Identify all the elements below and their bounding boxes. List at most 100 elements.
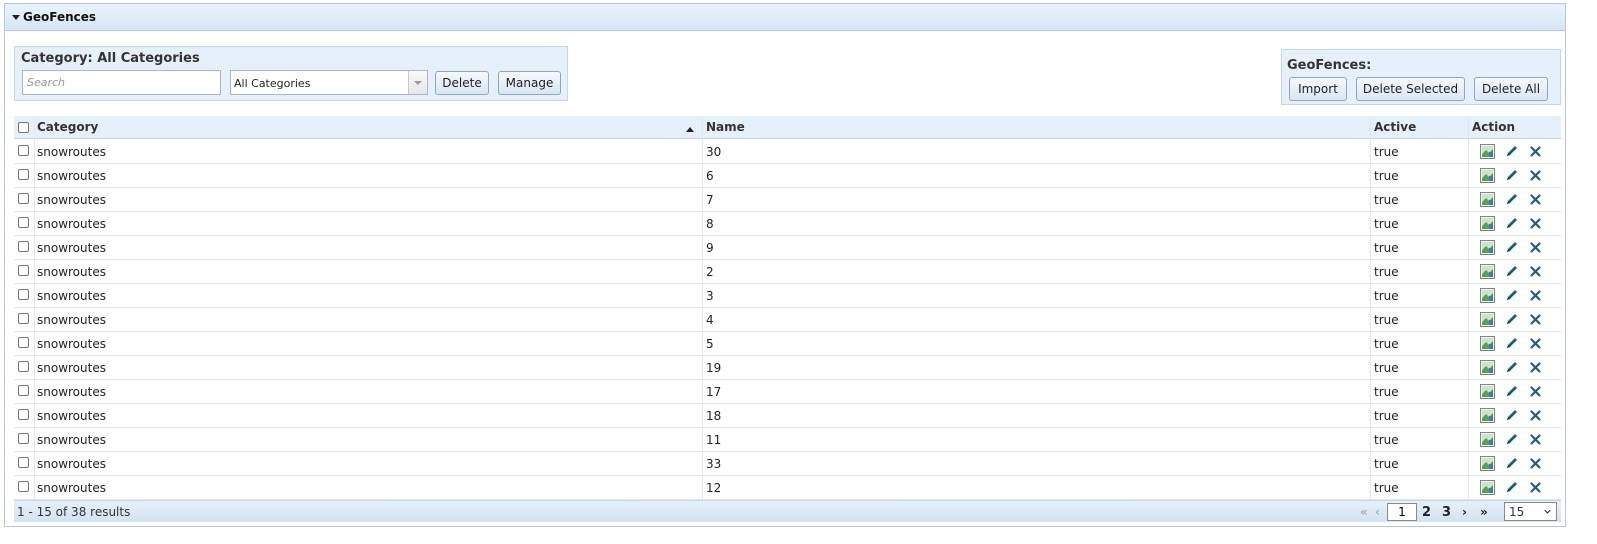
page-number-input[interactable]: [1387, 503, 1417, 521]
table-row[interactable]: snowroutes 6 true: [14, 164, 1561, 188]
row-checkbox[interactable]: [18, 289, 29, 300]
last-page-button[interactable]: »: [1480, 505, 1488, 519]
table-row[interactable]: snowroutes 2 true: [14, 260, 1561, 284]
edit-pencil-icon[interactable]: [1504, 336, 1519, 351]
edit-pencil-icon[interactable]: [1504, 192, 1519, 207]
collapse-arrow-icon[interactable]: [12, 15, 20, 20]
edit-pencil-icon[interactable]: [1504, 144, 1519, 159]
map-icon[interactable]: [1480, 240, 1495, 255]
map-icon[interactable]: [1480, 408, 1495, 423]
prev-page-button[interactable]: ‹: [1375, 505, 1380, 519]
first-page-button[interactable]: «: [1360, 505, 1368, 519]
row-checkbox[interactable]: [18, 193, 29, 204]
table-row[interactable]: snowroutes 5 true: [14, 332, 1561, 356]
import-button[interactable]: Import: [1289, 77, 1347, 101]
edit-pencil-icon[interactable]: [1504, 432, 1519, 447]
table-row[interactable]: snowroutes 4 true: [14, 308, 1561, 332]
category-select-toggle[interactable]: [408, 71, 427, 94]
delete-x-icon[interactable]: [1528, 168, 1543, 183]
table-row[interactable]: snowroutes 30 true: [14, 140, 1561, 164]
delete-x-icon[interactable]: [1528, 384, 1543, 399]
row-checkbox[interactable]: [18, 361, 29, 372]
delete-x-icon[interactable]: [1528, 408, 1543, 423]
map-icon[interactable]: [1480, 288, 1495, 303]
delete-x-icon[interactable]: [1528, 144, 1543, 159]
map-icon[interactable]: [1480, 480, 1495, 495]
map-icon[interactable]: [1480, 192, 1495, 207]
page-link-2[interactable]: 2: [1422, 505, 1431, 520]
delete-x-icon[interactable]: [1528, 336, 1543, 351]
sort-ascending-icon[interactable]: [686, 127, 694, 132]
map-icon[interactable]: [1480, 264, 1495, 279]
table-row[interactable]: snowroutes 11 true: [14, 428, 1561, 452]
edit-pencil-icon[interactable]: [1504, 456, 1519, 471]
delete-x-icon[interactable]: [1528, 312, 1543, 327]
row-checkbox[interactable]: [18, 313, 29, 324]
panel-title: GeoFences: [23, 10, 97, 24]
table-row[interactable]: snowroutes 7 true: [14, 188, 1561, 212]
delete-category-button[interactable]: Delete: [435, 71, 489, 95]
row-checkbox[interactable]: [18, 217, 29, 228]
table-row[interactable]: snowroutes 9 true: [14, 236, 1561, 260]
map-icon[interactable]: [1480, 168, 1495, 183]
row-checkbox[interactable]: [18, 169, 29, 180]
select-all-checkbox[interactable]: [18, 122, 29, 133]
panel-header[interactable]: GeoFences: [5, 4, 1565, 31]
edit-pencil-icon[interactable]: [1504, 312, 1519, 327]
edit-pencil-icon[interactable]: [1504, 240, 1519, 255]
delete-x-icon[interactable]: [1528, 288, 1543, 303]
table-row[interactable]: snowroutes 8 true: [14, 212, 1561, 236]
delete-all-button[interactable]: Delete All: [1474, 77, 1548, 101]
map-icon[interactable]: [1480, 144, 1495, 159]
map-icon[interactable]: [1480, 360, 1495, 375]
edit-pencil-icon[interactable]: [1504, 360, 1519, 375]
row-checkbox[interactable]: [18, 145, 29, 156]
row-checkbox[interactable]: [18, 337, 29, 348]
delete-x-icon[interactable]: [1528, 432, 1543, 447]
column-header-active[interactable]: Active: [1374, 120, 1416, 134]
edit-pencil-icon[interactable]: [1504, 168, 1519, 183]
map-icon[interactable]: [1480, 384, 1495, 399]
row-checkbox[interactable]: [18, 457, 29, 468]
delete-x-icon[interactable]: [1528, 360, 1543, 375]
manage-categories-button[interactable]: Manage: [498, 71, 561, 95]
map-icon[interactable]: [1480, 456, 1495, 471]
table-row[interactable]: snowroutes 18 true: [14, 404, 1561, 428]
map-icon[interactable]: [1480, 432, 1495, 447]
delete-x-icon[interactable]: [1528, 456, 1543, 471]
row-checkbox[interactable]: [18, 433, 29, 444]
delete-x-icon[interactable]: [1528, 480, 1543, 495]
edit-pencil-icon[interactable]: [1504, 216, 1519, 231]
delete-x-icon[interactable]: [1528, 192, 1543, 207]
column-header-category[interactable]: Category: [37, 120, 98, 134]
table-row[interactable]: snowroutes 17 true: [14, 380, 1561, 404]
edit-pencil-icon[interactable]: [1504, 480, 1519, 495]
map-icon[interactable]: [1480, 312, 1495, 327]
edit-pencil-icon[interactable]: [1504, 288, 1519, 303]
map-icon[interactable]: [1480, 336, 1495, 351]
delete-x-icon[interactable]: [1528, 216, 1543, 231]
table-row[interactable]: snowroutes 33 true: [14, 452, 1561, 476]
table-row[interactable]: snowroutes 3 true: [14, 284, 1561, 308]
row-checkbox[interactable]: [18, 409, 29, 420]
page-link-3[interactable]: 3: [1442, 505, 1451, 520]
delete-x-icon[interactable]: [1528, 240, 1543, 255]
row-checkbox[interactable]: [18, 265, 29, 276]
delete-selected-button[interactable]: Delete Selected: [1356, 77, 1465, 101]
cell-name: 33: [706, 457, 722, 471]
category-select[interactable]: All Categories: [230, 70, 428, 95]
column-header-name[interactable]: Name: [706, 120, 745, 134]
map-icon[interactable]: [1480, 216, 1495, 231]
row-checkbox[interactable]: [18, 241, 29, 252]
edit-pencil-icon[interactable]: [1504, 264, 1519, 279]
search-input[interactable]: [22, 70, 221, 95]
delete-x-icon[interactable]: [1528, 264, 1543, 279]
per-page-select[interactable]: 15: [1504, 502, 1557, 521]
row-checkbox[interactable]: [18, 481, 29, 492]
row-checkbox[interactable]: [18, 385, 29, 396]
next-page-button[interactable]: ›: [1462, 505, 1467, 519]
table-row[interactable]: snowroutes 12 true: [14, 476, 1561, 500]
edit-pencil-icon[interactable]: [1504, 384, 1519, 399]
edit-pencil-icon[interactable]: [1504, 408, 1519, 423]
table-row[interactable]: snowroutes 19 true: [14, 356, 1561, 380]
